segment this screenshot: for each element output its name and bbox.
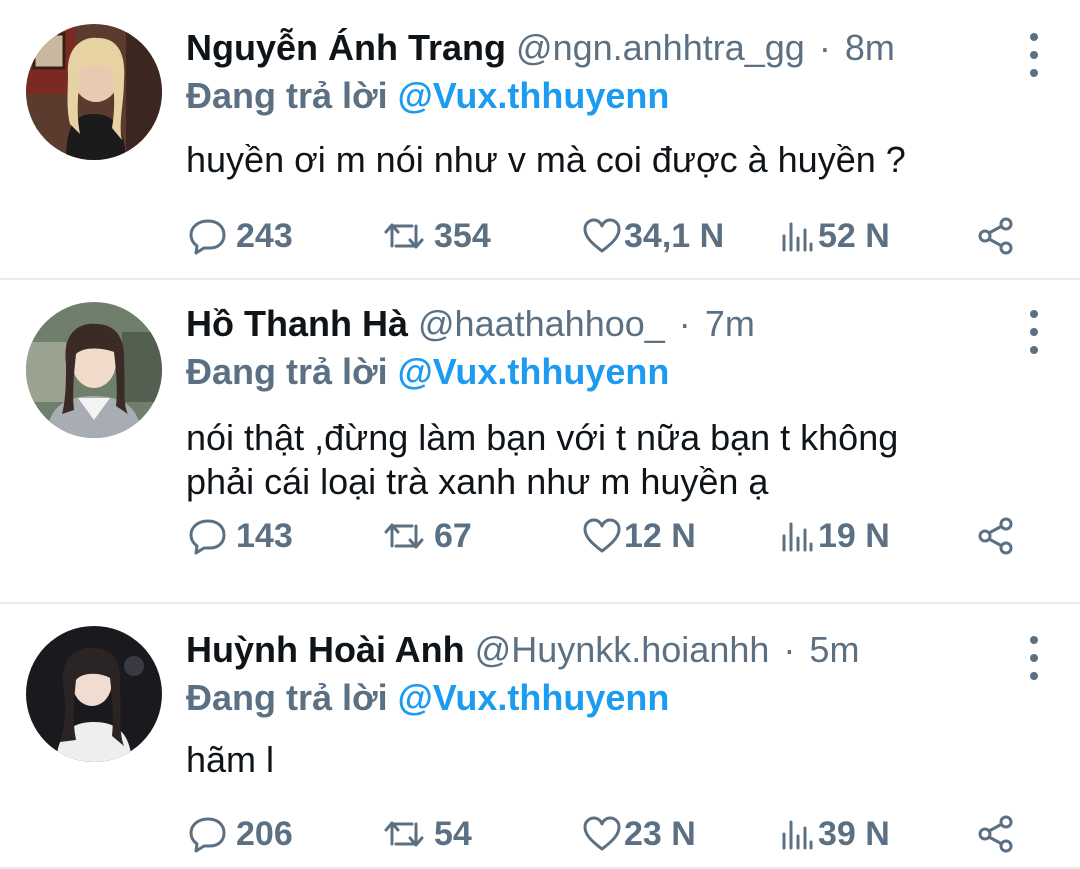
reply-button[interactable]: 243 (188, 214, 293, 258)
reply-icon (189, 519, 226, 555)
share-button[interactable] (976, 812, 1016, 856)
retweet-count: 354 (434, 216, 491, 255)
tweet-text-line: huyền ơi m nói như v mà coi được à huyền… (186, 139, 906, 180)
heart-icon (583, 518, 621, 553)
like-button[interactable]: 12 N (582, 514, 696, 558)
action-bar: 143 67 12 N 19 N (186, 514, 1016, 558)
tweet-text-line: nói thật ,đừng làm bạn với t nữa bạn t k… (186, 417, 899, 458)
replying-label: Đang trả lời (186, 677, 388, 718)
reply-count: 143 (236, 516, 293, 555)
views-count: 19 N (818, 516, 890, 555)
tweet-header: Hồ Thanh Hà @haathahhoo_ · 7m (186, 302, 1000, 346)
author-handle[interactable]: @haathahhoo_ (418, 303, 665, 344)
retweet-button[interactable]: 54 (382, 812, 472, 856)
tweet-text-line: hãm l (186, 739, 275, 780)
tweet-text: nói thật ,đừng làm bạn với t nữa bạn t k… (186, 416, 1020, 504)
share-icon (978, 517, 1013, 555)
author-name[interactable]: Huỳnh Hoài Anh (186, 629, 465, 670)
retweet-count: 67 (434, 516, 472, 555)
replying-to: Đang trả lời @Vux.thhuyenn (186, 676, 669, 720)
avatar[interactable] (26, 302, 162, 438)
views-button[interactable]: 39 N (780, 812, 890, 856)
reply-count: 243 (236, 216, 293, 255)
reply-button[interactable]: 206 (188, 812, 293, 856)
more-vertical-icon[interactable] (1028, 33, 1040, 77)
heart-icon (583, 816, 621, 851)
retweet-count: 54 (434, 814, 472, 853)
mention-link[interactable]: @Vux.thhuyenn (398, 75, 670, 116)
heart-icon (583, 218, 621, 253)
like-button[interactable]: 34,1 N (582, 214, 724, 258)
tweet-2[interactable]: Hồ Thanh Hà @haathahhoo_ · 7m Đang trả l… (0, 280, 1080, 604)
avatar[interactable] (26, 626, 162, 762)
author-handle[interactable]: @ngn.anhhtra_gg (516, 27, 805, 68)
tweet-1[interactable]: Nguyễn Ánh Trang @ngn.anhhtra_gg · 8m Đa… (0, 0, 1080, 280)
separator: · (783, 629, 796, 670)
replying-label: Đang trả lời (186, 351, 388, 392)
action-bar: 206 54 23 N 39 N (186, 812, 1016, 856)
views-icon (782, 820, 813, 850)
replying-to: Đang trả lời @Vux.thhuyenn (186, 350, 669, 394)
tweet-text-line: phải cái loại trà xanh như m huyền ạ (186, 461, 769, 502)
like-button[interactable]: 23 N (582, 812, 696, 856)
share-button[interactable] (976, 514, 1016, 558)
action-bar: 243 354 34,1 N 52 N (186, 214, 1016, 258)
reply-button[interactable]: 143 (188, 514, 293, 558)
retweet-button[interactable]: 67 (382, 514, 472, 558)
reply-icon (189, 817, 226, 853)
share-button[interactable] (976, 214, 1016, 258)
reply-icon (189, 219, 226, 255)
retweet-icon (384, 523, 424, 549)
tweet-text: huyền ơi m nói như v mà coi được à huyền… (186, 138, 1020, 182)
reply-count: 206 (236, 814, 293, 853)
timestamp[interactable]: 7m (705, 303, 755, 344)
more-vertical-icon[interactable] (1028, 310, 1040, 354)
mention-link[interactable]: @Vux.thhuyenn (398, 677, 670, 718)
views-icon (782, 222, 813, 252)
separator: · (678, 303, 691, 344)
views-icon (782, 522, 813, 552)
views-count: 39 N (818, 814, 890, 853)
tweet-3[interactable]: Huỳnh Hoài Anh @Huynkk.hoianhh · 5m Đang… (0, 604, 1080, 869)
tweet-text: hãm l (186, 738, 1020, 782)
timestamp[interactable]: 5m (809, 629, 859, 670)
like-count: 34,1 N (624, 216, 725, 255)
share-icon (978, 815, 1013, 853)
replying-label: Đang trả lời (186, 75, 388, 116)
timestamp[interactable]: 8m (845, 27, 895, 68)
retweet-icon (384, 821, 424, 847)
author-handle[interactable]: @Huynkk.hoianhh (475, 629, 770, 670)
mention-link[interactable]: @Vux.thhuyenn (398, 351, 670, 392)
retweet-button[interactable]: 354 (382, 214, 491, 258)
separator: · (818, 27, 831, 68)
tweet-header: Huỳnh Hoài Anh @Huynkk.hoianhh · 5m (186, 628, 1000, 672)
views-count: 52 N (818, 216, 890, 255)
like-count: 12 N (624, 516, 696, 555)
like-count: 23 N (624, 814, 696, 853)
retweet-icon (384, 223, 424, 249)
replying-to: Đang trả lời @Vux.thhuyenn (186, 74, 669, 118)
views-button[interactable]: 52 N (780, 214, 890, 258)
views-button[interactable]: 19 N (780, 514, 890, 558)
more-vertical-icon[interactable] (1028, 636, 1040, 680)
avatar[interactable] (26, 24, 162, 160)
author-name[interactable]: Hồ Thanh Hà (186, 303, 408, 344)
share-icon (978, 217, 1013, 255)
tweet-header: Nguyễn Ánh Trang @ngn.anhhtra_gg · 8m (186, 26, 1000, 70)
author-name[interactable]: Nguyễn Ánh Trang (186, 27, 506, 68)
